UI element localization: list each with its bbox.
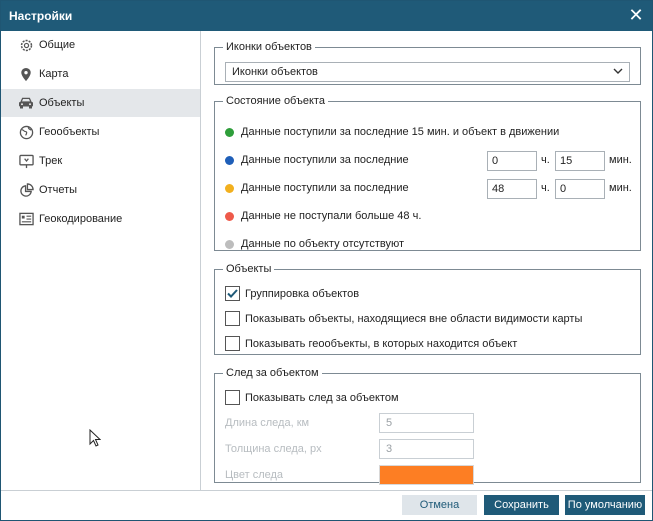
- checkbox-label: Показывать объекты, находящиеся вне обла…: [245, 313, 583, 325]
- status-dot-grey: [225, 240, 234, 249]
- sidebar-item-label: Геокодирование: [39, 213, 123, 225]
- dialog-title: Настройки: [9, 9, 73, 23]
- dialog-footer: Отмена Сохранить По умолчанию: [1, 490, 652, 520]
- mouse-cursor-icon: [89, 428, 102, 450]
- section-legend: Иконки объектов: [226, 41, 312, 53]
- address-card-icon: [18, 211, 34, 227]
- state-row-recent: Данные поступили за последние 0 ч. 15 ми…: [225, 151, 635, 171]
- hours-input[interactable]: 48: [487, 179, 537, 199]
- sidebar-item-label: Общие: [39, 39, 76, 51]
- minutes-unit: мин.: [609, 182, 632, 194]
- state-row-label: Данные поступили за последние 15 мин. и …: [241, 126, 560, 138]
- sidebar: Общие Карта Объекты Геообъекты Трек Отче…: [1, 31, 201, 490]
- state-row-no-data: Данные по объекту отсутствуют: [225, 236, 635, 254]
- show-containing-geoobjects-checkbox[interactable]: [225, 336, 240, 351]
- state-row-label: Данные не поступали больше 48 ч.: [241, 210, 422, 222]
- sidebar-item-track[interactable]: Трек: [1, 147, 200, 175]
- show-offscreen-objects-checkbox[interactable]: [225, 311, 240, 326]
- state-row-label: Данные поступили за последние: [241, 154, 409, 166]
- trail-length-label: Длина следа, км: [225, 417, 310, 429]
- state-section: Состояние объекта Данные поступили за по…: [214, 95, 641, 251]
- checkbox-label: Показывать геообъекты, в которых находит…: [245, 338, 518, 350]
- reset-default-button[interactable]: По умолчанию: [565, 495, 645, 515]
- car-icon: [18, 95, 34, 111]
- save-button[interactable]: Сохранить: [484, 495, 559, 515]
- trail-section: След за объектом Показывать след за объе…: [214, 367, 641, 485]
- cancel-button[interactable]: Отмена: [402, 495, 477, 515]
- hours-unit: ч.: [541, 154, 550, 166]
- hours-unit: ч.: [541, 182, 550, 194]
- title-bar: Настройки ✕: [1, 1, 652, 31]
- hours-input[interactable]: 0: [487, 151, 537, 171]
- sidebar-item-reports[interactable]: Отчеты: [1, 176, 200, 204]
- state-row-no-data-48h: Данные не поступали больше 48 ч.: [225, 208, 635, 226]
- trail-width-input[interactable]: 3: [379, 439, 474, 459]
- objects-section: Объекты Группировка объектов Показывать …: [214, 263, 641, 355]
- status-dot-red: [225, 212, 234, 221]
- sidebar-item-objects[interactable]: Объекты: [1, 89, 200, 117]
- gear-icon: [18, 37, 34, 53]
- trail-width-label: Толщина следа, px: [225, 443, 322, 455]
- group-objects-checkbox[interactable]: [225, 286, 240, 301]
- status-dot-green: [225, 128, 234, 137]
- close-icon[interactable]: ✕: [626, 5, 646, 25]
- sidebar-item-map[interactable]: Карта: [1, 60, 200, 88]
- track-icon: [18, 153, 34, 169]
- sidebar-item-geocoding[interactable]: Геокодирование: [1, 205, 200, 233]
- sidebar-item-label: Объекты: [39, 97, 85, 109]
- section-legend: Объекты: [226, 263, 272, 275]
- check-icon: [227, 289, 238, 298]
- status-dot-yellow: [225, 184, 234, 193]
- sidebar-item-label: Геообъекты: [39, 126, 100, 138]
- globe-icon: [18, 124, 34, 140]
- icons-section: Иконки объектов Иконки объектов: [214, 41, 641, 85]
- sidebar-item-geoobjects[interactable]: Геообъекты: [1, 118, 200, 146]
- minutes-input[interactable]: 0: [555, 179, 605, 199]
- chevron-down-icon: [613, 66, 623, 79]
- map-pin-icon: [18, 66, 34, 82]
- settings-content: Иконки объектов Иконки объектов Состояни…: [202, 31, 652, 490]
- icons-select-value: Иконки объектов: [232, 66, 318, 78]
- pie-chart-icon: [18, 182, 34, 198]
- minutes-unit: мин.: [609, 154, 632, 166]
- state-row-label: Данные поступили за последние: [241, 182, 409, 194]
- state-row-moving: Данные поступили за последние 15 мин. и …: [225, 124, 635, 142]
- show-trail-checkbox[interactable]: [225, 390, 240, 405]
- checkbox-label: Группировка объектов: [245, 288, 360, 300]
- section-legend: След за объектом: [226, 367, 319, 379]
- trail-length-input[interactable]: 5: [379, 413, 474, 433]
- trail-color-label: Цвет следа: [225, 469, 284, 481]
- checkbox-label: Показывать след за объектом: [245, 392, 399, 404]
- section-legend: Состояние объекта: [226, 95, 325, 107]
- state-row-label: Данные по объекту отсутствуют: [241, 238, 405, 250]
- trail-color-picker[interactable]: [379, 465, 474, 485]
- sidebar-item-label: Отчеты: [39, 184, 78, 196]
- status-dot-blue: [225, 156, 234, 165]
- icons-select[interactable]: Иконки объектов: [225, 62, 630, 82]
- minutes-input[interactable]: 15: [555, 151, 605, 171]
- sidebar-item-label: Трек: [39, 155, 63, 167]
- state-row-stale: Данные поступили за последние 48 ч. 0 ми…: [225, 179, 635, 199]
- sidebar-item-general[interactable]: Общие: [1, 31, 200, 59]
- settings-dialog: Настройки ✕ Общие Карта Объекты Геообъек…: [0, 0, 653, 521]
- sidebar-item-label: Карта: [39, 68, 69, 80]
